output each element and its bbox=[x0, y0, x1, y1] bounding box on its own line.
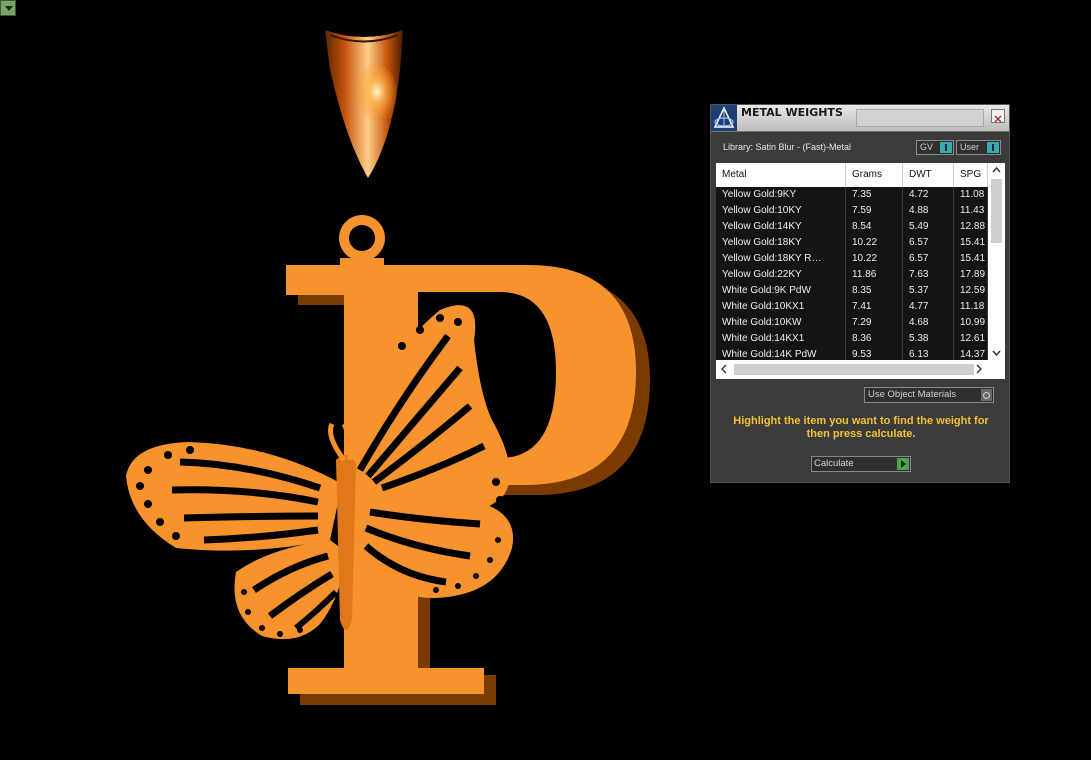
table-row[interactable]: Yellow Gold:22KY 11.86 7.63 17.89 bbox=[716, 267, 988, 284]
cell-grams: 7.35 bbox=[846, 187, 903, 203]
cell-metal: Yellow Gold:10KY bbox=[716, 203, 846, 219]
chevron-right-icon[interactable] bbox=[975, 364, 983, 377]
cell-grams: 7.59 bbox=[846, 203, 903, 219]
cell-metal: White Gold:10KW bbox=[716, 315, 846, 331]
metal-weights-panel: METAL WEIGHTS Library: Satin Blur - (Fas… bbox=[710, 104, 1010, 483]
cell-spg: 17.89 bbox=[954, 267, 988, 283]
cell-dwt: 6.57 bbox=[903, 235, 954, 251]
cell-metal: Yellow Gold:18KY R… bbox=[716, 251, 846, 267]
pendant-butterfly bbox=[126, 305, 514, 640]
calculate-button[interactable]: Calculate bbox=[811, 456, 911, 472]
chevron-left-icon[interactable] bbox=[720, 364, 728, 377]
pendant-bail bbox=[325, 30, 403, 178]
radio-indicator-icon bbox=[981, 389, 992, 401]
instruction-text: Highlight the item you want to find the … bbox=[733, 415, 989, 440]
cell-metal: Yellow Gold:9KY bbox=[716, 187, 846, 203]
use-object-materials-label: Use Object Materials bbox=[868, 389, 957, 400]
table-row[interactable]: White Gold:9K PdW 8.35 5.37 12.59 bbox=[716, 283, 988, 300]
cell-dwt: 4.68 bbox=[903, 315, 954, 331]
table-row[interactable]: Yellow Gold:14KY 8.54 5.49 12.88 bbox=[716, 219, 988, 236]
cell-metal: White Gold:14KX1 bbox=[716, 331, 846, 347]
cell-dwt: 4.72 bbox=[903, 187, 954, 203]
table-row[interactable]: White Gold:10KW 7.29 4.68 10.99 bbox=[716, 315, 988, 332]
cell-metal: White Gold:9K PdW bbox=[716, 283, 846, 299]
table-rows: Yellow Gold:9KY 7.35 4.72 11.08 Yellow Gold:… bbox=[716, 187, 988, 360]
cell-dwt: 6.13 bbox=[903, 347, 954, 360]
cell-dwt: 7.63 bbox=[903, 267, 954, 283]
cell-grams: 7.41 bbox=[846, 299, 903, 315]
cell-grams: 10.22 bbox=[846, 251, 903, 267]
cell-grams: 8.36 bbox=[846, 331, 903, 347]
cell-dwt: 5.37 bbox=[903, 283, 954, 299]
chevron-down-icon[interactable] bbox=[992, 348, 1001, 360]
horizontal-scroll-thumb[interactable] bbox=[734, 364, 974, 375]
table-row[interactable]: Yellow Gold:18KY 10.22 6.57 15.41 bbox=[716, 235, 988, 252]
panel-title: METAL WEIGHTS bbox=[741, 106, 843, 119]
app-logo-icon bbox=[711, 105, 737, 131]
cell-dwt: 4.88 bbox=[903, 203, 954, 219]
metal-table[interactable]: Metal Grams DWT SPG Yellow Gold:9KY 7.35 4… bbox=[716, 163, 1005, 379]
user-toggle[interactable]: User bbox=[956, 140, 1001, 155]
toggle-indicator-icon bbox=[940, 142, 952, 153]
cell-metal: Yellow Gold:22KY bbox=[716, 267, 846, 283]
table-row[interactable]: Yellow Gold:10KY 7.59 4.88 11.43 bbox=[716, 203, 988, 220]
close-icon bbox=[994, 115, 1002, 123]
table-header: Metal Grams DWT SPG bbox=[716, 163, 988, 187]
cell-spg: 12.59 bbox=[954, 283, 988, 299]
cell-metal: White Gold:10KX1 bbox=[716, 299, 846, 315]
play-icon bbox=[897, 458, 909, 470]
table-row[interactable]: White Gold:10KX1 7.41 4.77 11.18 bbox=[716, 299, 988, 316]
cell-spg: 14.37 bbox=[954, 347, 988, 360]
cell-spg: 12.88 bbox=[954, 219, 988, 235]
column-header-dwt[interactable]: DWT bbox=[903, 163, 954, 187]
cell-spg: 15.41 bbox=[954, 235, 988, 251]
cell-metal: Yellow Gold:18KY bbox=[716, 235, 846, 251]
cell-grams: 7.29 bbox=[846, 315, 903, 331]
cell-spg: 10.99 bbox=[954, 315, 988, 331]
table-row[interactable]: White Gold:14K PdW 9.53 6.13 14.37 bbox=[716, 347, 988, 360]
horizontal-scrollbar[interactable] bbox=[716, 360, 988, 379]
cell-metal: White Gold:14K PdW bbox=[716, 347, 846, 360]
cell-dwt: 4.77 bbox=[903, 299, 954, 315]
panel-header[interactable]: METAL WEIGHTS bbox=[711, 105, 1009, 132]
cell-spg: 11.43 bbox=[954, 203, 988, 219]
cell-dwt: 5.49 bbox=[903, 219, 954, 235]
cell-dwt: 6.57 bbox=[903, 251, 954, 267]
cell-grams: 11.86 bbox=[846, 267, 903, 283]
cell-grams: 8.54 bbox=[846, 219, 903, 235]
table-row[interactable]: Yellow Gold:18KY R… 10.22 6.57 15.41 bbox=[716, 251, 988, 268]
cell-spg: 12.61 bbox=[954, 331, 988, 347]
column-header-spg[interactable]: SPG bbox=[954, 163, 988, 187]
library-label: Library: Satin Blur - (Fast)-Metal bbox=[723, 142, 852, 152]
chevron-up-icon[interactable] bbox=[992, 165, 1001, 177]
vertical-scrollbar[interactable] bbox=[988, 163, 1005, 360]
gv-toggle-label: GV bbox=[920, 142, 934, 152]
use-object-materials-toggle[interactable]: Use Object Materials bbox=[864, 387, 994, 403]
gv-toggle[interactable]: GV bbox=[916, 140, 954, 155]
table-row[interactable]: Yellow Gold:9KY 7.35 4.72 11.08 bbox=[716, 187, 988, 204]
user-toggle-label: User bbox=[960, 142, 980, 152]
title-bar-fill bbox=[856, 109, 984, 127]
close-button[interactable] bbox=[991, 109, 1005, 123]
cell-grams: 9.53 bbox=[846, 347, 903, 360]
calculate-label: Calculate bbox=[814, 458, 854, 469]
column-header-metal[interactable]: Metal bbox=[716, 163, 846, 187]
cell-spg: 15.41 bbox=[954, 251, 988, 267]
cell-grams: 10.22 bbox=[846, 235, 903, 251]
cell-grams: 8.35 bbox=[846, 283, 903, 299]
cell-spg: 11.08 bbox=[954, 187, 988, 203]
table-row[interactable]: White Gold:14KX1 8.36 5.38 12.61 bbox=[716, 331, 988, 348]
toggle-indicator-icon bbox=[987, 142, 999, 153]
cell-spg: 11.18 bbox=[954, 299, 988, 315]
cell-metal: Yellow Gold:14KY bbox=[716, 219, 846, 235]
vertical-scroll-thumb[interactable] bbox=[991, 179, 1002, 243]
column-header-grams[interactable]: Grams bbox=[846, 163, 903, 187]
cell-dwt: 5.38 bbox=[903, 331, 954, 347]
